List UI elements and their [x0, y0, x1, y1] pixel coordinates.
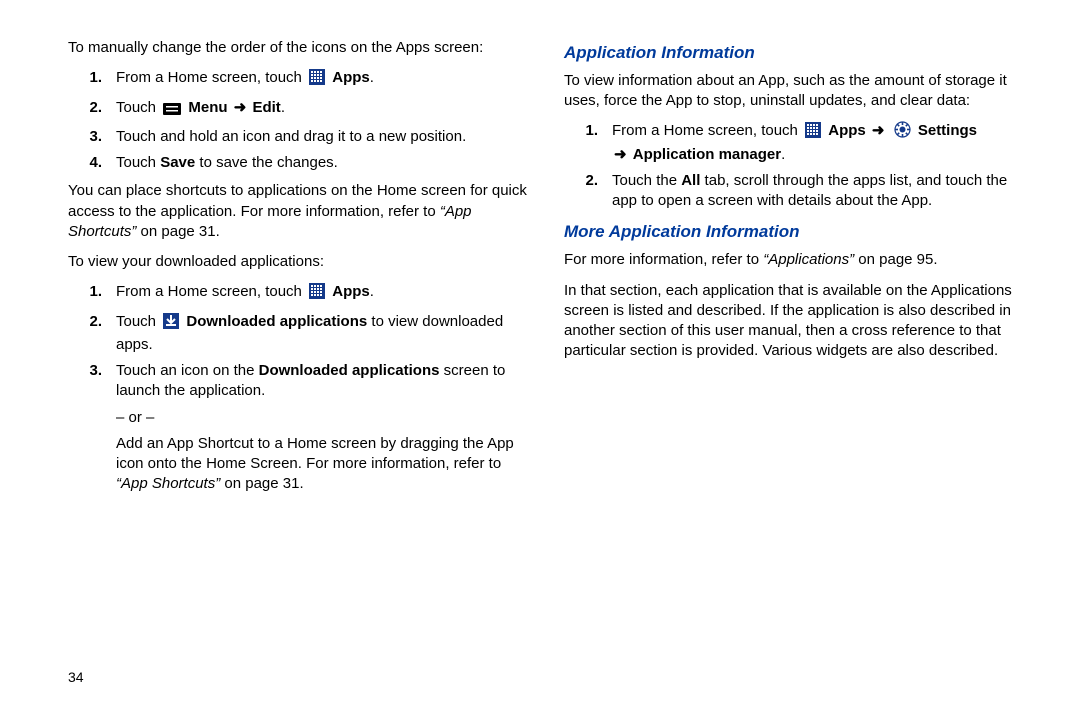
arrow-icon: ➜: [232, 98, 249, 118]
list-item: 3. Touch and hold an icon and drag it to…: [68, 127, 528, 147]
apps-grid-icon: [805, 122, 821, 144]
section-heading: Application Information: [564, 42, 1024, 65]
list-item: 4. Touch Save to save the changes.: [68, 153, 528, 173]
steps-list-a: 1. From a Home screen, touch Apps. 2. To…: [68, 68, 528, 173]
list-item: 1. From a Home screen, touch Apps ➜ Sett…: [564, 121, 1024, 165]
menu-icon: [163, 101, 181, 121]
settings-gear-icon: [894, 121, 911, 144]
apps-grid-icon: [309, 69, 325, 91]
shortcut-paragraph: You can place shortcuts to applications …: [68, 181, 528, 242]
right-column: Application Information To view informat…: [564, 38, 1024, 501]
list-item: 3. Touch an icon on the Downloaded appli…: [68, 361, 528, 402]
left-column: To manually change the order of the icon…: [68, 38, 528, 501]
arrow-icon: ➜: [870, 121, 887, 141]
section-heading: More Application Information: [564, 221, 1024, 244]
list-item: 2. Touch Menu ➜ Edit.: [68, 98, 528, 121]
more-info-ref: For more information, refer to “Applicat…: [564, 250, 1024, 270]
steps-list-c: 1. From a Home screen, touch Apps ➜ Sett…: [564, 121, 1024, 211]
page-number: 34: [68, 668, 84, 687]
cross-reference: “App Shortcuts”: [116, 475, 220, 492]
cross-reference: “Applications”: [763, 251, 854, 268]
alt-step-text: Add an App Shortcut to a Home screen by …: [68, 434, 528, 495]
view-intro: To view your downloaded applications:: [68, 252, 528, 272]
intro-text: To manually change the order of the icon…: [68, 38, 528, 58]
list-item: 1. From a Home screen, touch Apps.: [68, 68, 528, 91]
section-intro: To view information about an App, such a…: [564, 71, 1024, 112]
list-item: 2. Touch the All tab, scroll through the…: [564, 171, 1024, 212]
list-item: 1. From a Home screen, touch Apps.: [68, 282, 528, 305]
download-icon: [163, 313, 179, 335]
steps-list-b: 1. From a Home screen, touch Apps. 2. To…: [68, 282, 528, 401]
list-item: 2. Touch Downloaded applications to view…: [68, 312, 528, 356]
apps-grid-icon: [309, 283, 325, 305]
more-info-body: In that section, each application that i…: [564, 281, 1024, 362]
arrow-icon: ➜: [612, 145, 629, 165]
or-separator: – or –: [68, 408, 528, 428]
